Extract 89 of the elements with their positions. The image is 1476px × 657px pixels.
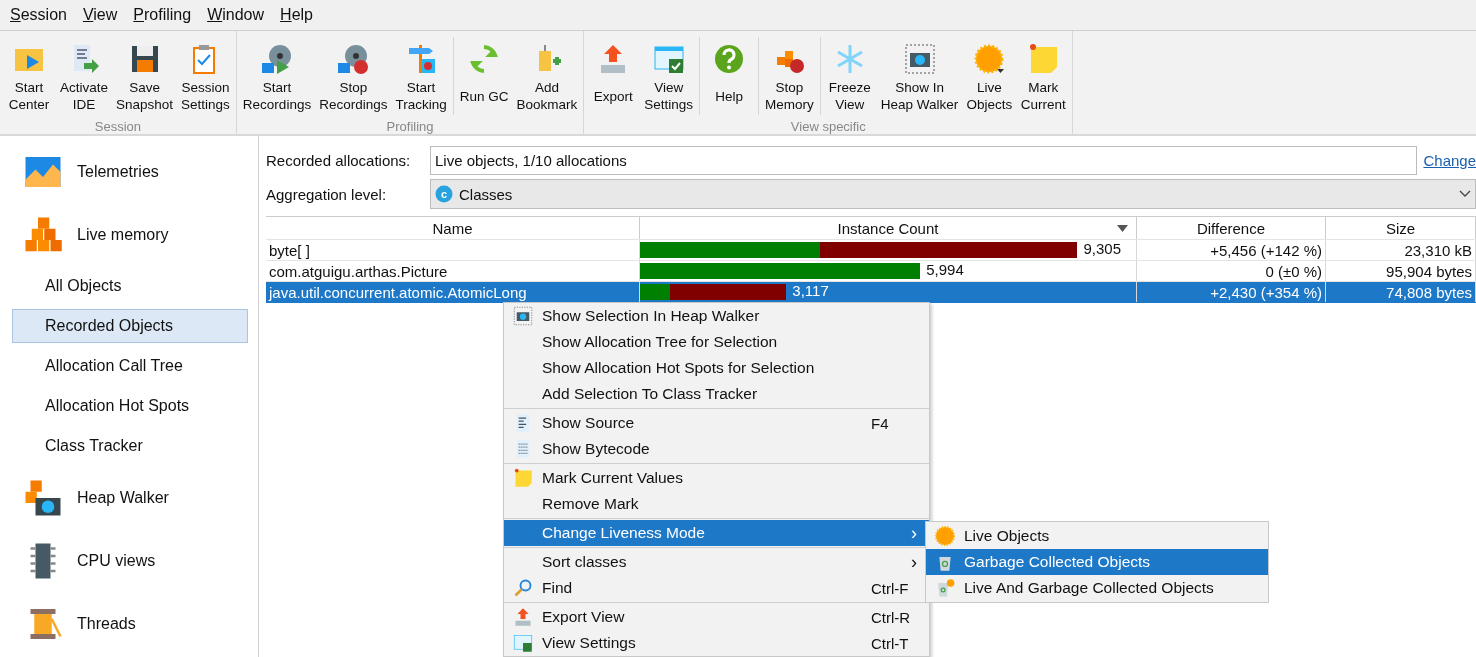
- menu-item[interactable]: Remove Mark: [504, 491, 929, 517]
- circular-arrows-icon: [468, 43, 501, 75]
- sidebar-item[interactable]: CPU views: [12, 529, 248, 592]
- sidebar-item[interactable]: Threads: [12, 592, 248, 655]
- group-label: Session: [93, 119, 143, 134]
- search-icon: [513, 578, 533, 598]
- table-cell: +5,456 (+142 %): [1137, 240, 1326, 260]
- sidebar-item[interactable]: Heap Walker: [12, 466, 248, 529]
- menu-item[interactable]: Help: [280, 6, 313, 24]
- table-cell: 0 (±0 %): [1137, 261, 1326, 281]
- group-label: View specific: [789, 119, 867, 134]
- toolbar-button[interactable]: Show In Heap Walker: [876, 37, 963, 115]
- menu-item[interactable]: Show Allocation Tree for Selection: [504, 329, 929, 355]
- table-row[interactable]: byte[ ] 9,305 +5,456 (+142 %) 23,310 kB: [266, 240, 1476, 261]
- menu-item[interactable]: Export View Ctrl-R: [504, 604, 929, 630]
- toolbar-button[interactable]: Start Recordings: [238, 37, 316, 115]
- group-label: Profiling: [385, 119, 435, 134]
- toolbar-button[interactable]: Save Snapshot: [112, 37, 178, 115]
- table-cell: 23,310 kB: [1326, 240, 1476, 260]
- menu-item[interactable]: Show Allocation Hot Spots for Selection: [504, 355, 929, 381]
- sun-icon: [934, 525, 956, 547]
- toolbar-button[interactable]: Session Settings: [177, 37, 234, 115]
- menu-item[interactable]: Mark Current Values: [504, 465, 929, 491]
- menu-item[interactable]: Profiling: [133, 6, 192, 24]
- toolbar-button[interactable]: Help: [702, 37, 757, 115]
- table-cell: 9,305: [1083, 240, 1121, 257]
- column-header[interactable]: Difference: [1137, 217, 1326, 239]
- table-cell: 5,994: [926, 261, 964, 278]
- toolbar-button[interactable]: Add Bookmark: [512, 37, 582, 115]
- toolbar-button[interactable]: Activate IDE: [56, 37, 113, 115]
- table-row[interactable]: java.util.concurrent.atomic.AtomicLong 3,117 +2,430 (+354 %) 74,808 bytes: [266, 282, 1476, 303]
- toolbar-button[interactable]: View Settings: [640, 37, 698, 115]
- menu-item[interactable]: Garbage Collected Objects: [926, 549, 1268, 575]
- sidebar-item[interactable]: Allocation Hot Spots: [12, 389, 248, 423]
- table-row[interactable]: com.atguigu.arthas.Picture 5,994 0 (±0 %) 95,904 bytes: [266, 261, 1476, 282]
- menu-item[interactable]: Show Source F4: [504, 410, 929, 436]
- toolbar-button[interactable]: Stop Memory: [761, 37, 818, 115]
- aggregation-dropdown[interactable]: c Classes: [430, 179, 1476, 209]
- menu-item[interactable]: Show Bytecode: [504, 436, 929, 462]
- sun-icon: [973, 43, 1006, 75]
- trash-bin-sun-icon: [935, 578, 955, 598]
- column-header[interactable]: Instance Count: [640, 217, 1137, 239]
- field-label: Recorded allocations:: [266, 151, 412, 169]
- menu-item[interactable]: Window: [207, 6, 265, 24]
- class-icon: c: [435, 185, 453, 203]
- menu-item[interactable]: Show Selection In Heap Walker: [504, 303, 929, 329]
- menu-item[interactable]: View Settings Ctrl-T: [504, 630, 929, 656]
- toolbar-button[interactable]: Mark Current: [1016, 37, 1071, 115]
- table-cell: 74,808 bytes: [1326, 282, 1476, 302]
- input-field[interactable]: Live objects, 1/10 allocations: [430, 145, 1418, 175]
- toolbar-button[interactable]: Run GC: [455, 37, 513, 115]
- help-icon: [713, 43, 746, 75]
- camera-icon: [513, 306, 533, 326]
- sidebar-item[interactable]: Telemetries: [12, 140, 248, 203]
- sidebar-item[interactable]: All Objects: [12, 269, 248, 303]
- field-label: Aggregation level:: [266, 185, 388, 203]
- upload-arrow-icon: [513, 607, 533, 627]
- window-check-icon: [513, 633, 533, 653]
- menu-item[interactable]: View: [82, 6, 118, 24]
- menu-item[interactable]: Add Selection To Class Tracker: [504, 381, 929, 407]
- film-reel-play-icon: [261, 43, 293, 75]
- toolbar-button[interactable]: Live Objects: [962, 37, 1017, 115]
- sticky-note-icon: [513, 468, 533, 488]
- menu-item[interactable]: Change Liveness Mode ›: [504, 520, 929, 546]
- table-cell: 95,904 bytes: [1326, 261, 1476, 281]
- window-check-icon: [652, 43, 685, 75]
- toolbar-button[interactable]: Start Center: [2, 37, 56, 115]
- column-header[interactable]: Name: [266, 217, 640, 239]
- sidebar-item[interactable]: Class Tracker: [12, 429, 248, 463]
- menu-item[interactable]: Find Ctrl-F: [504, 575, 929, 601]
- sticky-note-icon: [1027, 43, 1060, 75]
- camera-icon: [903, 43, 936, 75]
- sidebar-item[interactable]: Allocation Call Tree: [12, 349, 248, 383]
- menu-item[interactable]: Live And Garbage Collected Objects: [926, 575, 1268, 601]
- menu-item[interactable]: Sort classes ›: [504, 549, 929, 575]
- toolbar-button[interactable]: Freeze View: [822, 37, 877, 115]
- table-cell: +2,430 (+354 %): [1137, 282, 1326, 302]
- chevron-down-icon: [1459, 190, 1471, 198]
- change-link[interactable]: Change: [1423, 151, 1476, 169]
- menu-item[interactable]: Live Objects: [926, 523, 1268, 549]
- menu-item[interactable]: Session: [10, 6, 67, 24]
- film-reel-stop-icon: [337, 43, 370, 75]
- toolbar-button[interactable]: Stop Recordings: [315, 37, 392, 115]
- toolbar-button[interactable]: Start Tracking: [391, 37, 451, 115]
- sidebar-item[interactable]: Live memory: [12, 203, 248, 266]
- column-header[interactable]: Size: [1326, 217, 1476, 239]
- toolbar-button[interactable]: Export: [586, 37, 641, 115]
- sidebar-item[interactable]: Recorded Objects: [12, 309, 248, 343]
- table-cell: 3,117: [792, 282, 829, 299]
